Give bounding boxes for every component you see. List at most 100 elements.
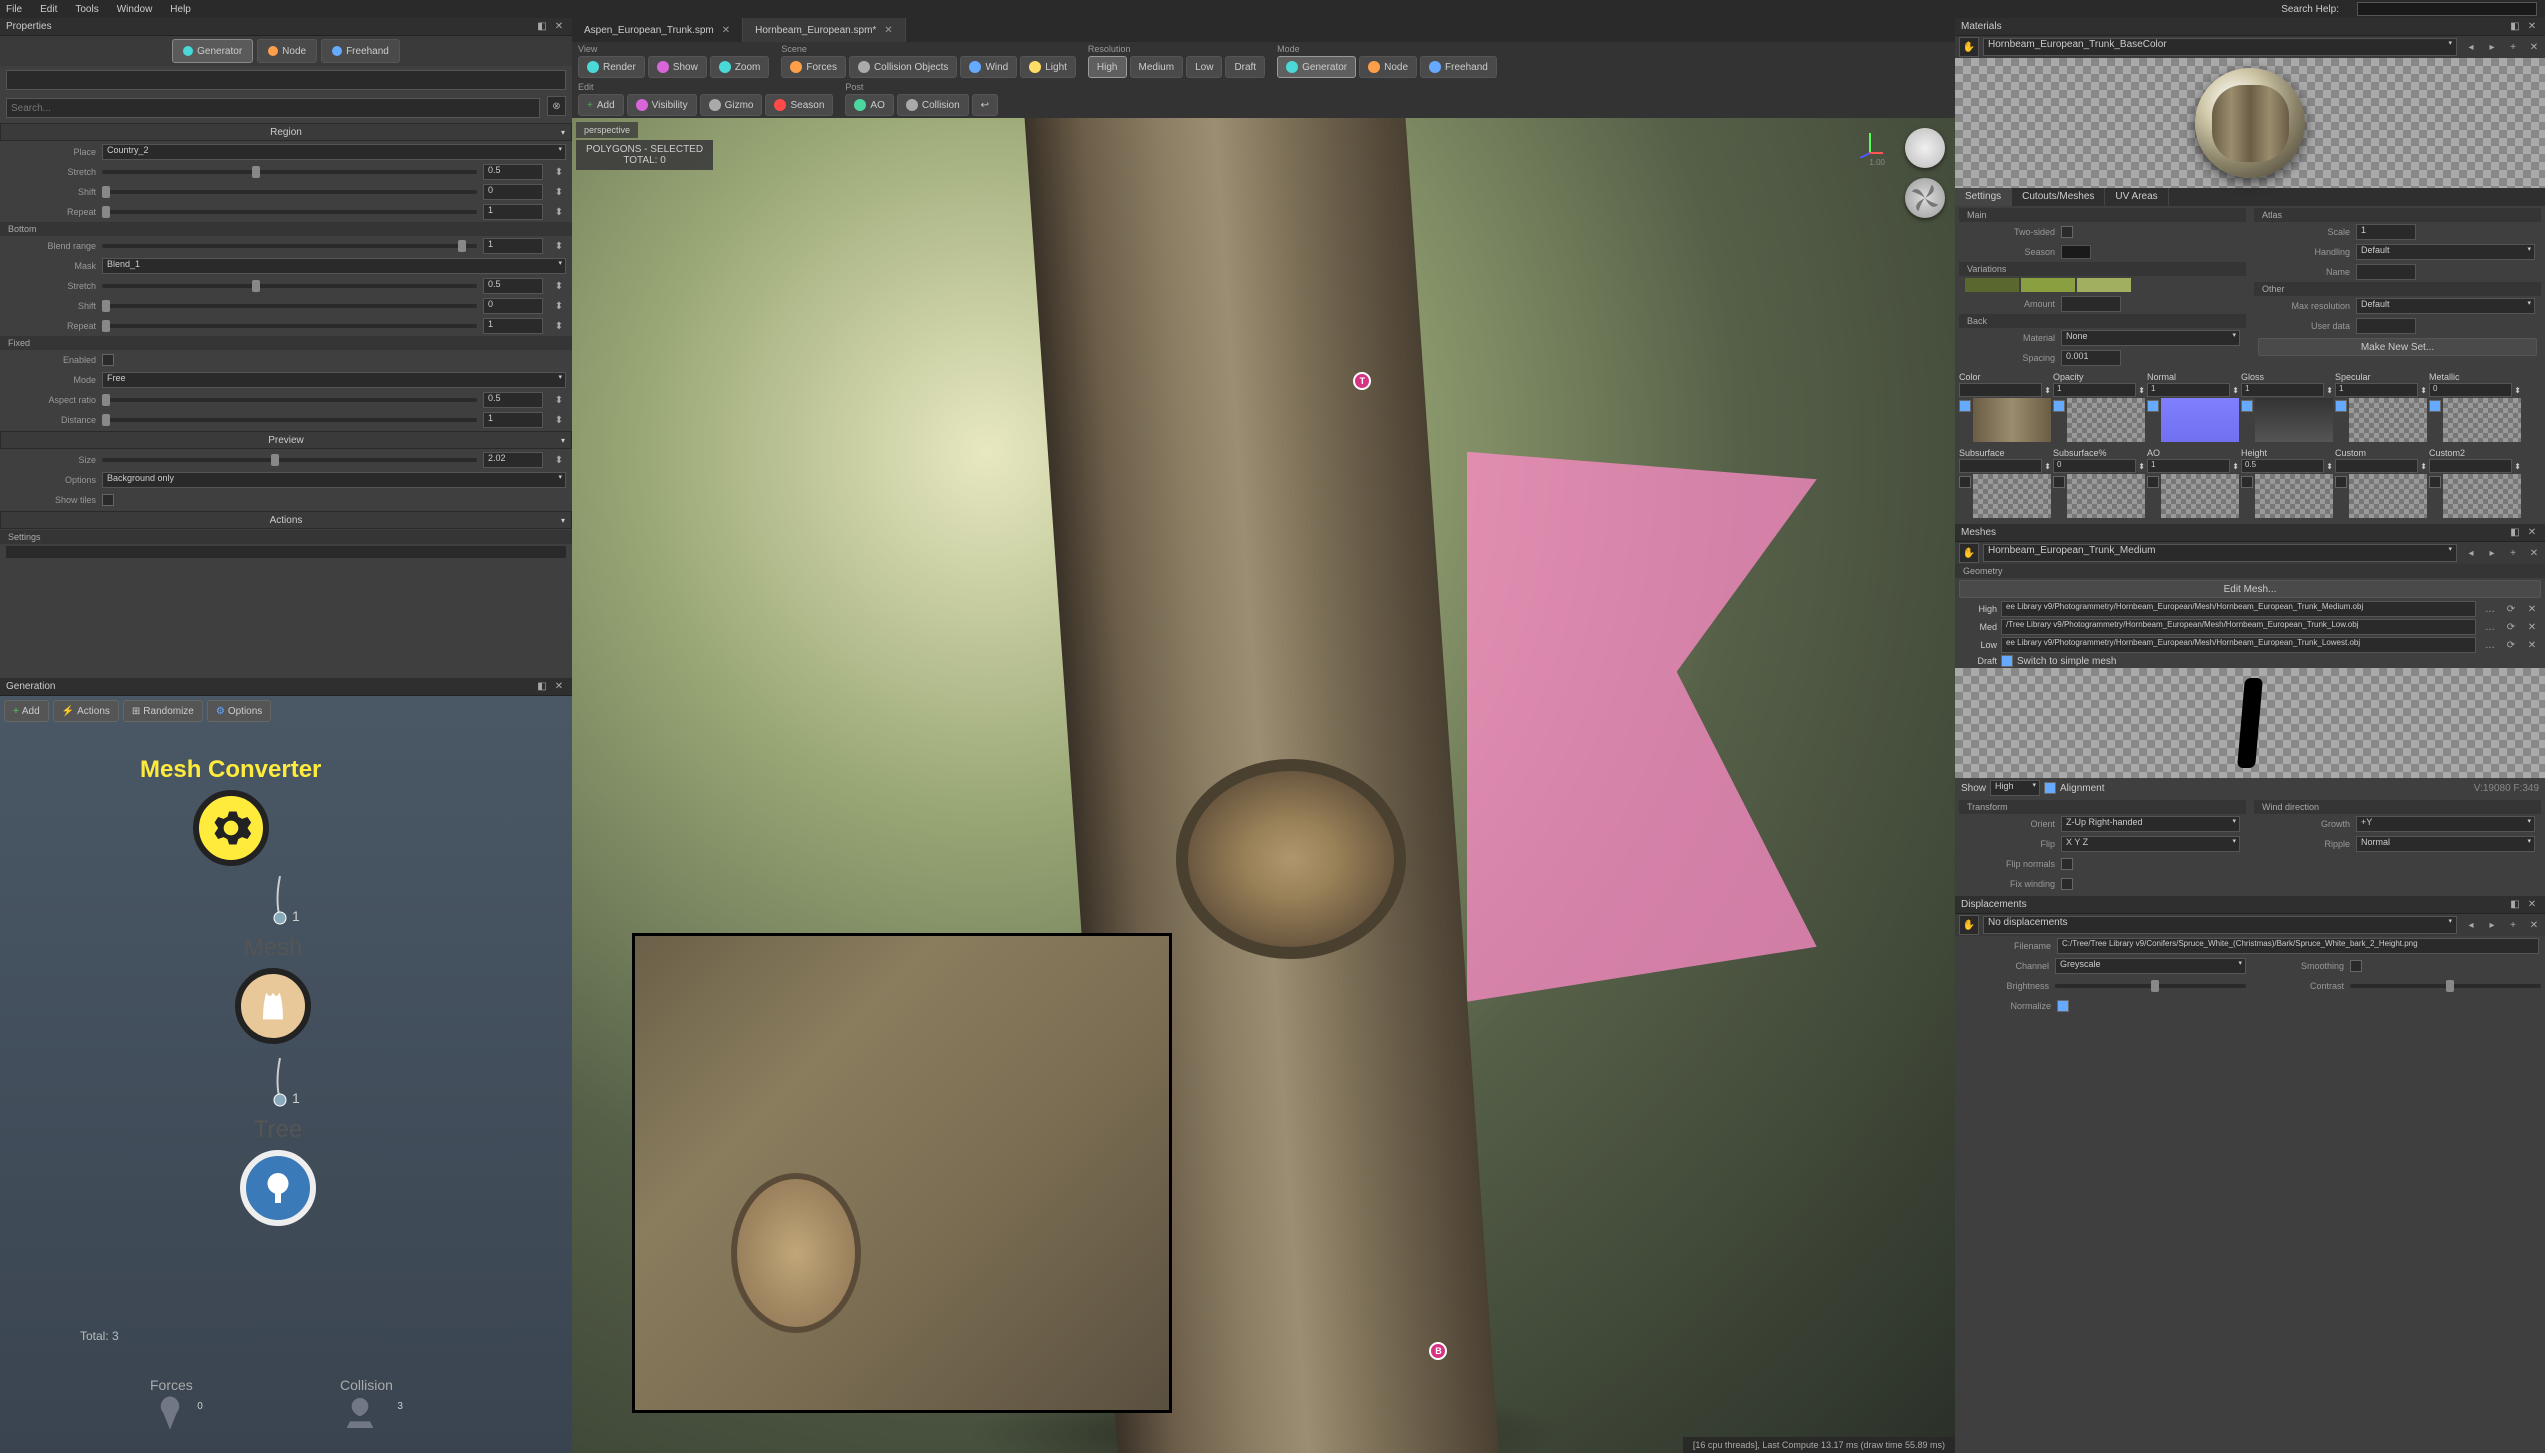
amount-value[interactable]: [2061, 296, 2121, 312]
fixed-3-slider[interactable]: [102, 418, 477, 422]
spinner-icon[interactable]: ⬍: [552, 205, 566, 219]
variation-swatch-2[interactable]: [2021, 278, 2075, 292]
preview-0-value[interactable]: 2.02: [483, 452, 543, 468]
mode-node[interactable]: Node: [257, 39, 317, 63]
spinner-icon[interactable]: ⬍: [2514, 386, 2521, 395]
spinner-icon[interactable]: ⬍: [552, 393, 566, 407]
contrast-slider[interactable]: [2350, 984, 2541, 988]
refresh-icon[interactable]: ⟳: [2504, 602, 2518, 616]
res-btn-draft[interactable]: Draft: [1225, 56, 1265, 78]
bottom-0-value[interactable]: 1: [483, 238, 543, 254]
map-check[interactable]: [2241, 400, 2253, 412]
spinner-icon[interactable]: ⬍: [2232, 462, 2239, 471]
filename-value[interactable]: C:/Tree/Tree Library v9/Conifers/Spruce_…: [2057, 938, 2539, 954]
map-check[interactable]: [2429, 400, 2441, 412]
map-check[interactable]: [2147, 476, 2159, 488]
map-value[interactable]: [1959, 459, 2042, 473]
bottom-3-slider[interactable]: [102, 304, 477, 308]
map-value[interactable]: [1959, 383, 2042, 397]
map-check[interactable]: [1959, 400, 1971, 412]
light-gizmo[interactable]: [1905, 128, 1945, 168]
clear-search-icon[interactable]: ⊗: [547, 96, 566, 116]
res-btn-low[interactable]: Low: [1186, 56, 1222, 78]
dock-icon[interactable]: ◧: [2508, 20, 2522, 34]
viewport[interactable]: T B perspective POLYGONS - SELECTED TOTA…: [572, 118, 1955, 1453]
spinner-icon[interactable]: ⬍: [552, 165, 566, 179]
mode-btn-generator[interactable]: Generator: [1277, 56, 1356, 78]
map-value[interactable]: 1: [2053, 383, 2136, 397]
prev-icon[interactable]: ◂: [2464, 918, 2478, 932]
bottom-3-value[interactable]: 0: [483, 298, 543, 314]
map-value[interactable]: [2335, 459, 2418, 473]
disp-asset-select[interactable]: No displacements: [1983, 916, 2457, 934]
region-2-slider[interactable]: [102, 190, 477, 194]
forces-icon[interactable]: [150, 1393, 190, 1433]
clear-icon[interactable]: ✕: [2525, 620, 2539, 634]
map-check[interactable]: [2241, 476, 2253, 488]
flipnorm-check[interactable]: [2061, 858, 2073, 870]
mode-freehand[interactable]: Freehand: [321, 39, 400, 63]
growth-select[interactable]: +Y: [2356, 816, 2535, 832]
mode-btn-freehand[interactable]: Freehand: [1420, 56, 1497, 78]
properties-filter[interactable]: [6, 70, 566, 90]
fan-gizmo[interactable]: [1905, 178, 1945, 218]
browse-icon[interactable]: …: [2483, 602, 2497, 616]
delete-icon[interactable]: ✕: [2527, 918, 2541, 932]
dock-icon[interactable]: ◧: [2508, 898, 2522, 912]
clear-icon[interactable]: ✕: [2525, 638, 2539, 652]
spinner-icon[interactable]: ⬍: [2232, 386, 2239, 395]
fixed-0-check[interactable]: [102, 354, 114, 366]
mode-btn-node[interactable]: Node: [1359, 56, 1417, 78]
close-icon[interactable]: ✕: [884, 25, 892, 36]
tab-hornbeam[interactable]: Hornbeam_European.spm*✕: [743, 18, 906, 42]
spinner-icon[interactable]: ⬍: [2420, 462, 2427, 471]
spinner-icon[interactable]: ⬍: [2514, 462, 2521, 471]
map-value[interactable]: 0: [2429, 383, 2512, 397]
mode-generator[interactable]: Generator: [172, 39, 253, 63]
spinner-icon[interactable]: ⬍: [552, 185, 566, 199]
lod-path-low[interactable]: ee Library v9/Photogrammetry/Hornbeam_Eu…: [2001, 637, 2476, 653]
bottom-4-value[interactable]: 1: [483, 318, 543, 334]
menu-help[interactable]: Help: [170, 4, 191, 15]
bottom-1-select[interactable]: Blend_1: [102, 258, 566, 274]
close-icon[interactable]: ✕: [2525, 20, 2539, 34]
collision-icon[interactable]: [340, 1393, 380, 1433]
node-mesh[interactable]: [235, 968, 311, 1044]
clear-icon[interactable]: ✕: [2525, 602, 2539, 616]
refresh-icon[interactable]: ⟳: [2504, 620, 2518, 634]
spinner-icon[interactable]: ⬍: [2326, 462, 2333, 471]
two-sided-check[interactable]: [2061, 226, 2073, 238]
dock-icon[interactable]: ◧: [535, 680, 549, 694]
bottom-2-slider[interactable]: [102, 284, 477, 288]
tab-aspen[interactable]: Aspen_European_Trunk.spm✕: [572, 18, 743, 42]
map-check[interactable]: [2335, 476, 2347, 488]
view-btn-zoom[interactable]: Zoom: [710, 56, 770, 78]
preview-2-check[interactable]: [102, 494, 114, 506]
bottom-0-slider[interactable]: [102, 244, 477, 248]
post-btn-1[interactable]: Collision: [897, 94, 969, 116]
tab-uv[interactable]: UV Areas: [2105, 188, 2168, 206]
properties-search[interactable]: [6, 98, 540, 118]
tab-cutouts[interactable]: Cutouts/Meshes: [2012, 188, 2105, 206]
spinner-icon[interactable]: ⬍: [552, 239, 566, 253]
map-check[interactable]: [1959, 476, 1971, 488]
menu-window[interactable]: Window: [117, 4, 153, 15]
menu-tools[interactable]: Tools: [75, 4, 98, 15]
map-value[interactable]: 1: [2147, 459, 2230, 473]
map-check[interactable]: [2335, 400, 2347, 412]
region-3-slider[interactable]: [102, 210, 477, 214]
smoothing-check[interactable]: [2350, 960, 2362, 972]
material-asset-select[interactable]: Hornbeam_European_Trunk_BaseColor: [1983, 38, 2457, 56]
dock-icon[interactable]: ◧: [2508, 526, 2522, 540]
fixed-1-select[interactable]: Free: [102, 372, 566, 388]
gen-actions-button[interactable]: ⚡Actions: [53, 700, 119, 722]
scene-btn-1[interactable]: Collision Objects: [849, 56, 957, 78]
marker-bottom[interactable]: B: [1429, 1342, 1447, 1360]
generation-graph[interactable]: +Add ⚡Actions ⊞Randomize ⚙Options Mesh C…: [0, 696, 572, 1453]
variation-swatch-3[interactable]: [2077, 278, 2131, 292]
flip-select[interactable]: X Y Z: [2061, 836, 2240, 852]
map-value[interactable]: [2429, 459, 2512, 473]
next-icon[interactable]: ▸: [2485, 546, 2499, 560]
gen-randomize-button[interactable]: ⊞Randomize: [123, 700, 203, 722]
next-icon[interactable]: ▸: [2485, 918, 2499, 932]
